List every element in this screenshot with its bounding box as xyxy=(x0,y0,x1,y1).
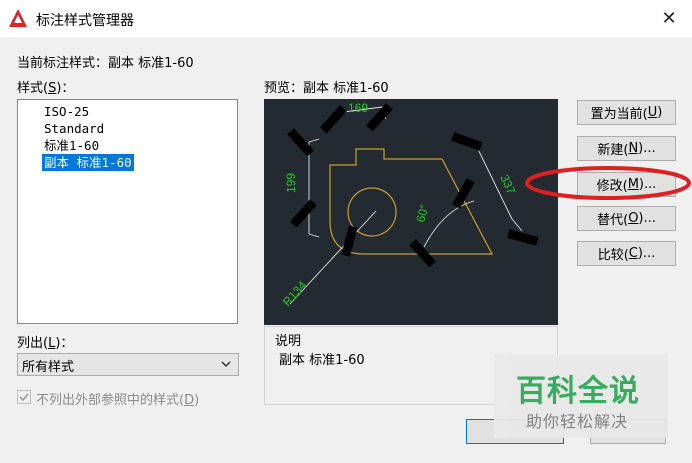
preview-panel: 169 199 337 60° R134 xyxy=(264,99,558,325)
description-text: 副本 标准1-60 xyxy=(279,353,365,368)
styles-label: 样式(S)： xyxy=(17,81,75,96)
autocad-logo-icon xyxy=(9,9,27,27)
list-filter-dropdown[interactable]: 所有样式 xyxy=(17,353,239,376)
dimension-lines xyxy=(289,106,523,305)
new-button[interactable]: 新建(N)... xyxy=(577,136,676,161)
exclude-xref-checkbox[interactable] xyxy=(17,390,31,404)
chevron-down-icon xyxy=(221,361,231,367)
styles-list[interactable]: ISO-25 Standard 标准1-60 副本 标准1-60 xyxy=(17,99,238,324)
red-annotation-circle xyxy=(525,166,691,200)
style-item-standard-1-60[interactable]: 标准1-60 xyxy=(42,137,101,154)
list-filter-label: 列出(L)： xyxy=(17,336,74,351)
style-item-standard[interactable]: Standard xyxy=(42,120,106,137)
current-style-label: 当前标注样式：副本 标准1-60 xyxy=(17,56,194,71)
style-item-iso-25[interactable]: ISO-25 xyxy=(42,103,91,120)
exclude-xref-label: 不列出外部参照中的样式(D) xyxy=(36,393,200,408)
watermark-subtitle: 助你轻松解决 xyxy=(526,412,629,431)
watermark-overlay: 百科全说 助你轻松解决 xyxy=(494,354,668,438)
preview-label: 预览：副本 标准1-60 xyxy=(264,81,389,96)
list-filter-value: 所有样式 xyxy=(22,360,75,375)
checkmark-icon xyxy=(19,393,29,402)
dim-left-text: 199 xyxy=(284,173,298,193)
description-label: 说明 xyxy=(275,334,302,349)
dim-right-text: 337 xyxy=(497,172,518,196)
style-item-copy-standard-1-60[interactable]: 副本 标准1-60 xyxy=(42,154,134,171)
preview-drawing: 169 199 337 60° R134 xyxy=(280,101,539,309)
dim-radius-text: R134 xyxy=(280,278,310,309)
dim-top-text: 169 xyxy=(348,101,368,115)
compare-button[interactable]: 比较(C)... xyxy=(577,241,676,266)
dim-angle-text: 60° xyxy=(413,202,431,223)
close-button[interactable]: ✕ xyxy=(646,0,692,37)
set-current-button[interactable]: 置为当前(U) xyxy=(577,100,676,125)
close-icon: ✕ xyxy=(661,8,677,29)
override-button[interactable]: 替代(O)... xyxy=(577,206,676,231)
watermark-title: 百科全说 xyxy=(516,374,640,409)
window-title: 标注样式管理器 xyxy=(36,13,134,29)
dimension-style-manager-dialog: 标注样式管理器 ✕ 当前标注样式：副本 标准1-60 样式(S)： ISO-25… xyxy=(0,0,692,463)
title-bar: 标注样式管理器 ✕ xyxy=(0,0,692,37)
